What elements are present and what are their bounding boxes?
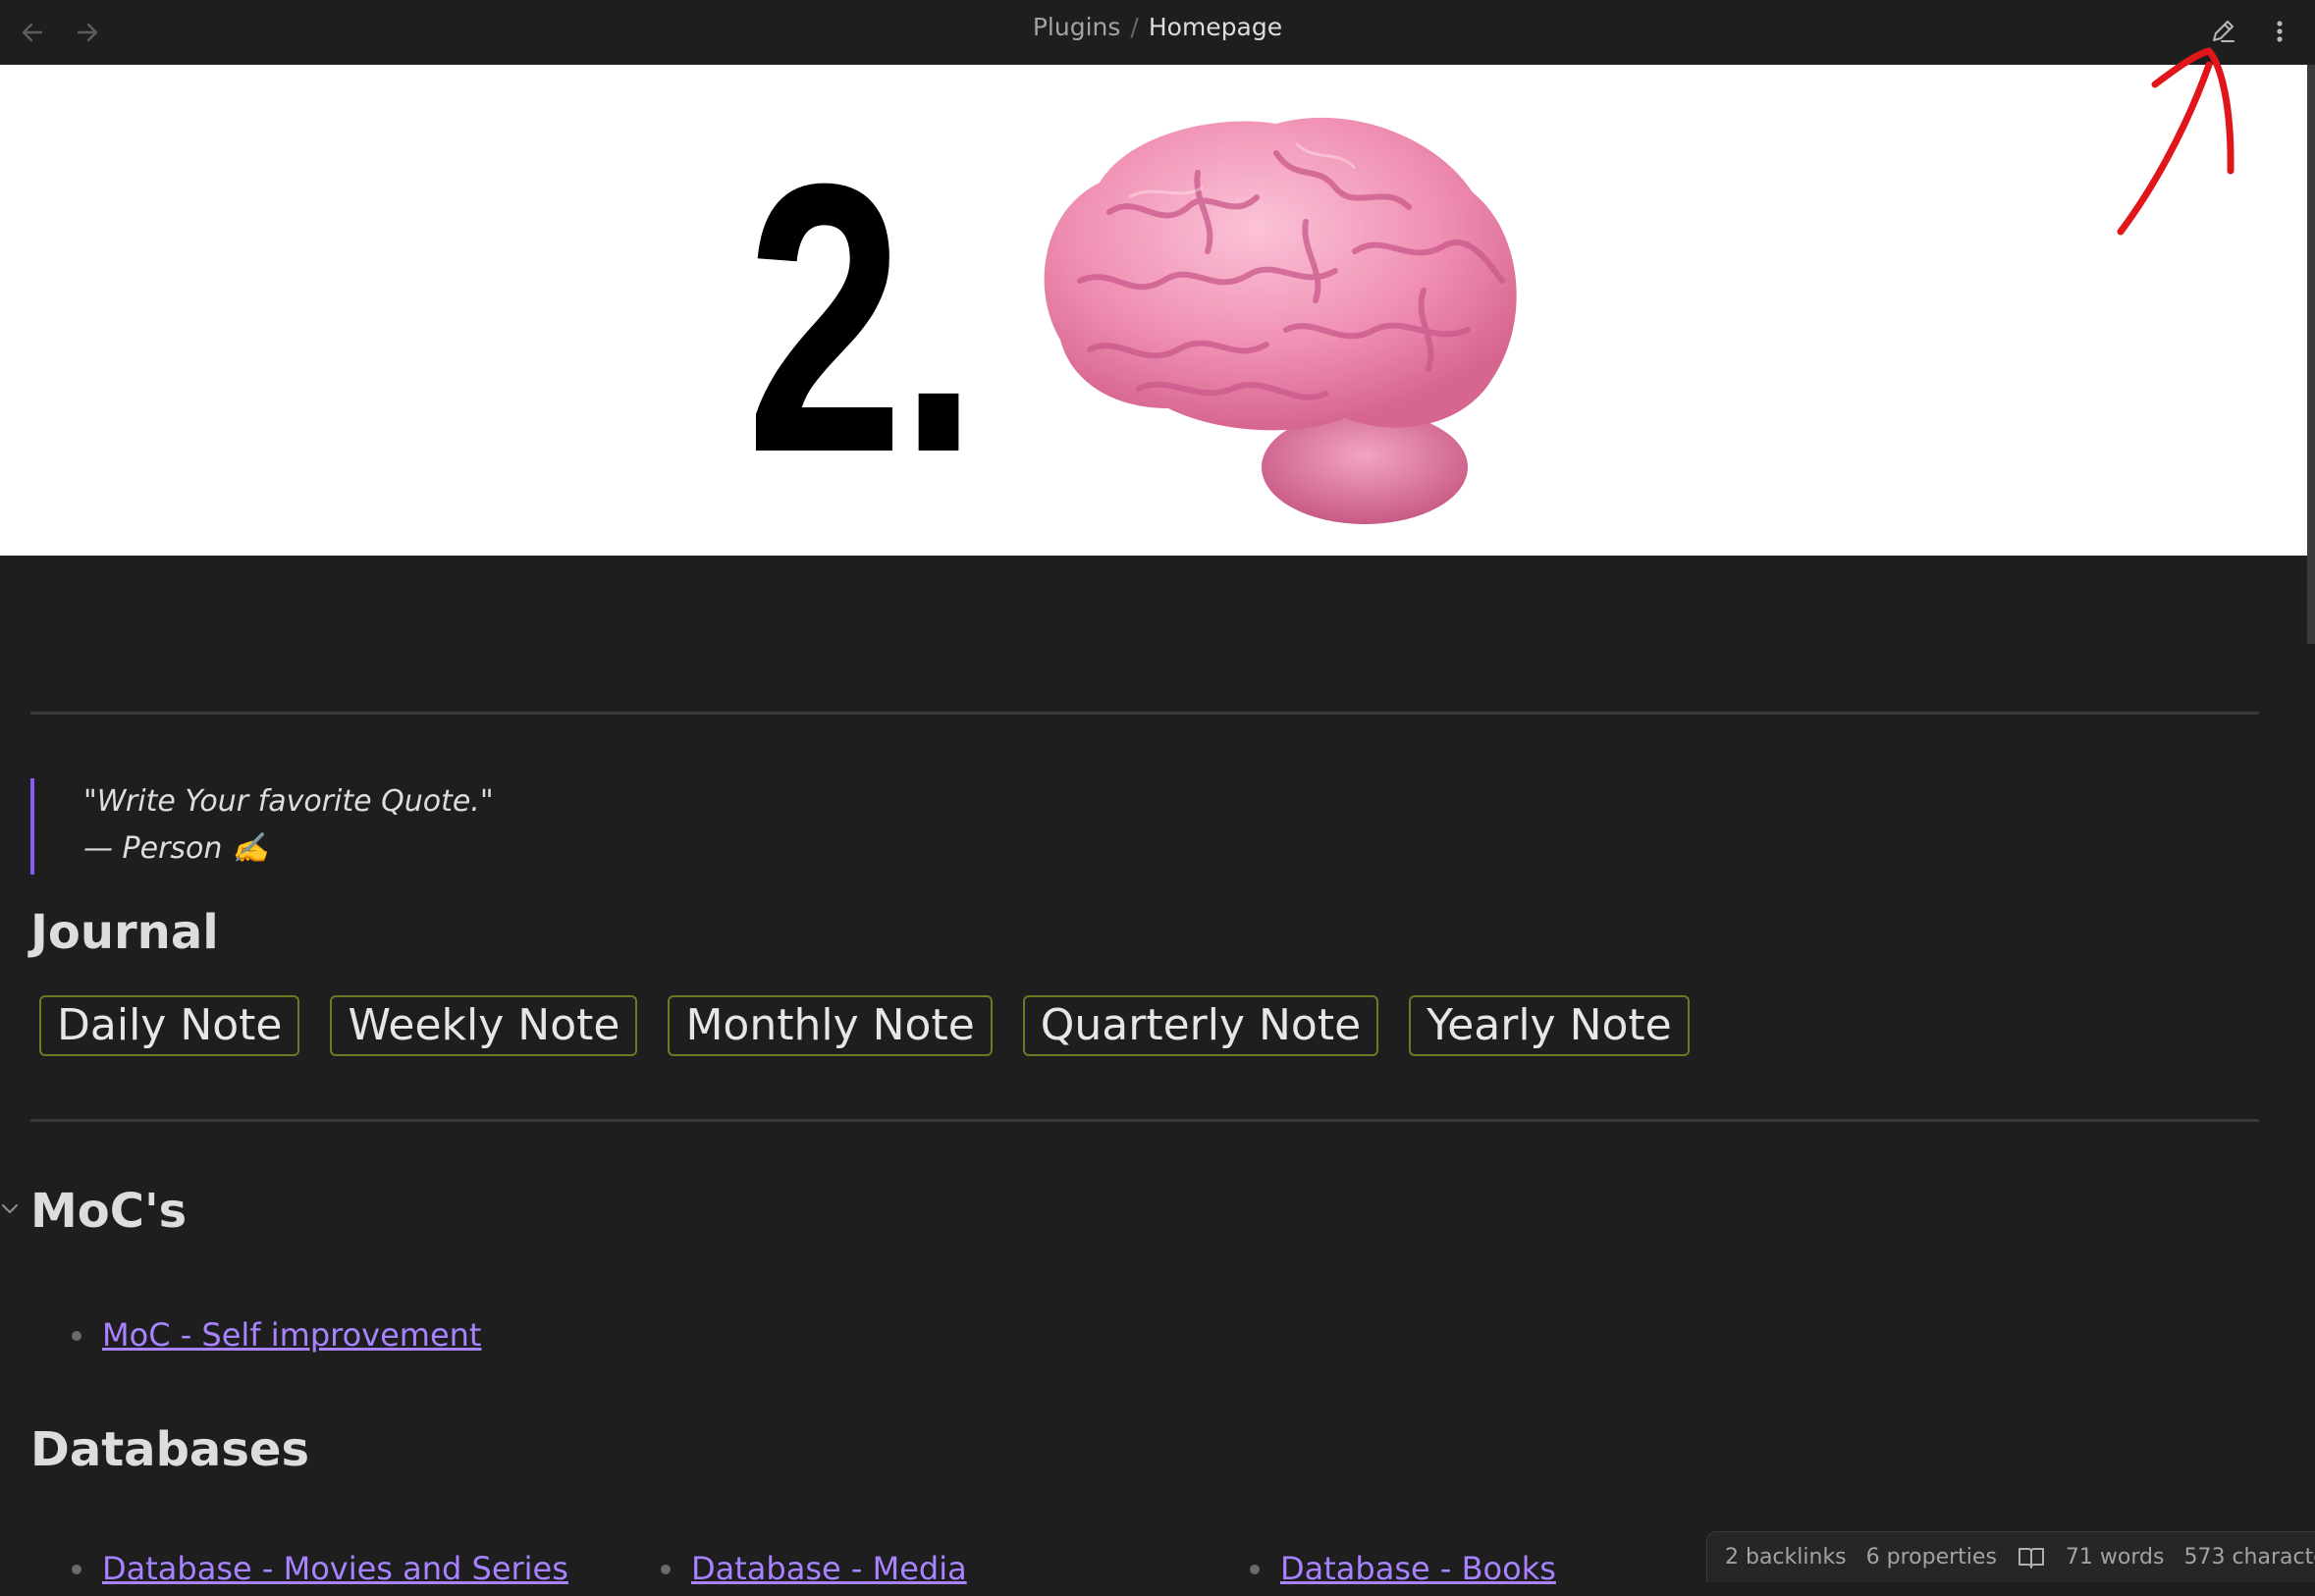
list-item: Database - Media (658, 1547, 967, 1590)
database-media-link[interactable]: Database - Media (691, 1550, 967, 1587)
quarterly-note-button[interactable]: Quarterly Note (1022, 995, 1379, 1056)
journal-heading: Journal (30, 905, 219, 960)
banner-number-text: 2. (746, 104, 978, 532)
divider (30, 712, 2259, 715)
more-options-icon[interactable] (2256, 8, 2303, 55)
red-arrow-annotation (2117, 47, 2234, 236)
daily-note-button[interactable]: Daily Note (39, 995, 300, 1056)
status-bar: 2 backlinks 6 properties 71 words 573 ch… (1706, 1531, 2315, 1582)
quote-text: "Write Your favorite Quote." (83, 784, 494, 819)
list-item: Database - Movies and Series (69, 1547, 568, 1590)
yearly-note-button[interactable]: Yearly Note (1409, 995, 1690, 1056)
properties-count[interactable]: 6 properties (1866, 1545, 1997, 1569)
word-count: 71 words (2065, 1545, 2165, 1569)
breadcrumb-current[interactable]: Homepage (1149, 13, 1282, 41)
backlinks-count[interactable]: 2 backlinks (1725, 1545, 1847, 1569)
databases-list: Database - Movies and Series Database - … (69, 1547, 1640, 1596)
reading-view-book-icon[interactable] (2017, 1545, 2046, 1570)
database-books-link[interactable]: Database - Books (1280, 1550, 1556, 1587)
databases-heading: Databases (30, 1422, 310, 1477)
breadcrumb-parent[interactable]: Plugins (1033, 13, 1121, 41)
blockquote: "Write Your favorite Quote." — Person ✍️ (30, 778, 914, 875)
list-item: MoC - Self improvement (69, 1313, 481, 1357)
banner-image: 2. (0, 65, 2307, 556)
monthly-note-button[interactable]: Monthly Note (668, 995, 993, 1056)
weekly-note-button[interactable]: Weekly Note (330, 995, 638, 1056)
journal-button-row: Daily Note Weekly Note Monthly Note Quar… (39, 995, 1690, 1056)
chevron-down-icon[interactable] (0, 1198, 20, 1218)
top-bar: Plugins / Homepage (0, 0, 2315, 65)
divider (30, 1119, 2259, 1122)
list-item: Database - Books (1247, 1547, 1556, 1590)
database-movies-link[interactable]: Database - Movies and Series (102, 1550, 568, 1587)
quote-author: — Person ✍️ (83, 831, 269, 866)
breadcrumb: Plugins / Homepage (0, 12, 2315, 43)
breadcrumb-separator: / (1130, 13, 1139, 41)
mocs-list: MoC - Self improvement (69, 1313, 481, 1357)
mocs-heading: MoC's (30, 1184, 188, 1239)
character-count: 573 characters (2183, 1545, 2315, 1569)
moc-self-improvement-link[interactable]: MoC - Self improvement (102, 1316, 481, 1354)
brain-icon (1044, 117, 1517, 524)
scrollbar-thumb[interactable] (2307, 65, 2315, 644)
